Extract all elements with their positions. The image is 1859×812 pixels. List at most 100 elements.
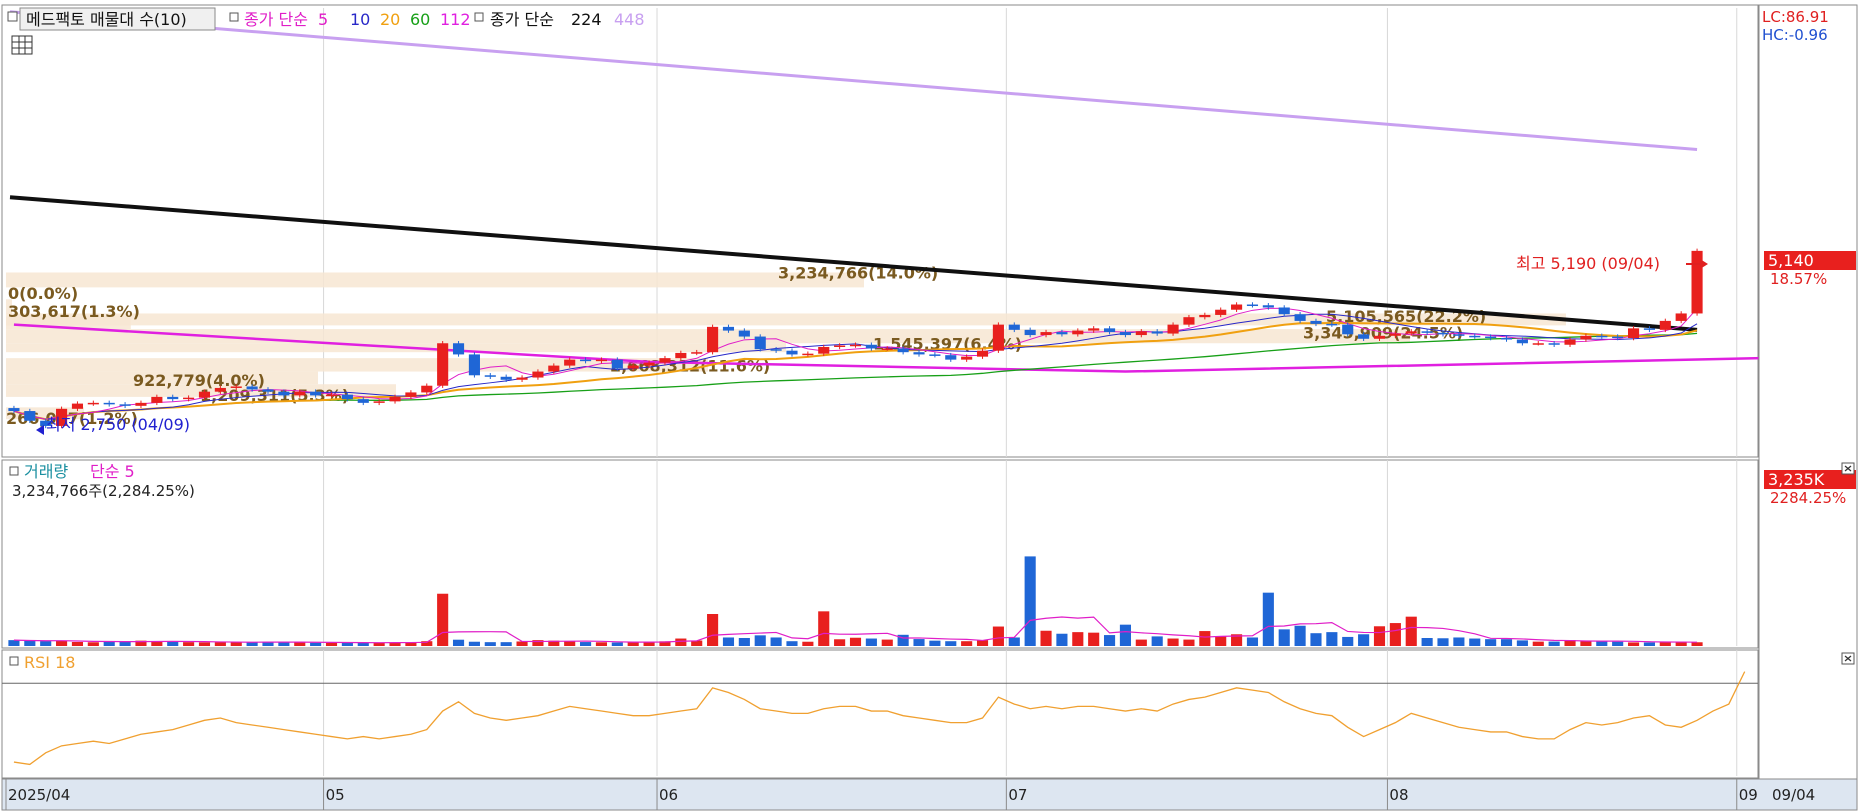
- candle-body: [722, 326, 735, 331]
- stock-chart[interactable]: 0(0.0%)3,234,766(14.0%)303,617(1.3%) 5,10…: [0, 0, 1859, 812]
- candle-body: [8, 408, 20, 412]
- candle-body: [1183, 317, 1195, 325]
- rsi-close-icon[interactable]: [1841, 652, 1855, 665]
- candle-body: [945, 355, 957, 360]
- volume-bar: [881, 639, 893, 646]
- candle-body: [786, 350, 798, 355]
- high-annotation: 최고 5,190 (09/04): [1516, 254, 1660, 273]
- candle-body: [262, 389, 274, 392]
- price-panel[interactable]: 0(0.0%)3,234,766(14.0%)303,617(1.3%) 5,10…: [1, 4, 1827, 458]
- low-annotation: 최저 2,750 (04/09): [46, 415, 190, 434]
- candle-body: [198, 391, 211, 398]
- volume-title: 거래량: [24, 462, 68, 481]
- volume-bar: [183, 642, 195, 646]
- candle-body: [1072, 330, 1084, 335]
- legend-box-icon: [7, 11, 18, 22]
- candle-body: [691, 352, 703, 354]
- volume-bar: [71, 642, 84, 646]
- candle-body: [1564, 339, 1576, 345]
- volume-bar: [913, 639, 925, 646]
- ma-period-10: 10: [350, 10, 370, 29]
- candle-body: [278, 391, 290, 396]
- candle-body: [770, 349, 782, 351]
- candle-body: [468, 354, 480, 376]
- candle-body: [183, 397, 195, 400]
- candle-body: [373, 401, 385, 403]
- candle-body: [24, 411, 36, 421]
- candle-body: [992, 324, 1004, 351]
- candle-body: [580, 359, 592, 362]
- date-tick-label: 08: [1389, 786, 1408, 804]
- volume-bar: [1659, 642, 1671, 646]
- candle-body: [516, 377, 528, 380]
- candle-body: [1532, 343, 1544, 345]
- volume-bar: [675, 638, 687, 646]
- volume-bar: [1215, 636, 1227, 646]
- candle-body: [325, 394, 338, 397]
- volume-bar: [945, 641, 957, 646]
- candle-body: [389, 396, 401, 402]
- candle-body: [310, 391, 322, 396]
- candle-body: [1373, 335, 1386, 339]
- candle-body: [754, 336, 766, 350]
- volume-bar: [1040, 630, 1052, 646]
- volume-bar: [294, 642, 306, 646]
- volume-bar: [1469, 638, 1481, 646]
- volume-bar: [1183, 639, 1195, 646]
- volume-bar: [1532, 641, 1544, 646]
- candle-body: [167, 396, 179, 400]
- volume-bar: [1246, 637, 1259, 646]
- candle-body: [643, 362, 655, 366]
- candle-body: [564, 359, 576, 366]
- volume-bar: [738, 638, 750, 646]
- candle-body: [976, 350, 989, 357]
- volume-bar: [1151, 636, 1163, 646]
- current-volume-pct: 2284.25%: [1770, 489, 1846, 507]
- volume-bar: [1691, 642, 1703, 646]
- ma-legend-label: 종가 단순: [244, 10, 308, 29]
- candle-body: [1516, 339, 1528, 344]
- volume-bar: [849, 637, 862, 646]
- candle-body: [500, 376, 512, 380]
- candle-body: [1326, 323, 1338, 326]
- candle-body: [1246, 304, 1259, 307]
- candle-body: [405, 392, 417, 397]
- volume-bar: [310, 642, 322, 646]
- volume-bar: [580, 642, 592, 646]
- volume-legend-box-icon: [9, 466, 19, 476]
- candle-body: [246, 386, 258, 390]
- volume-bar: [56, 640, 68, 646]
- volume-bar: [8, 640, 20, 646]
- candle-body: [881, 348, 893, 350]
- candle-body: [1405, 331, 1417, 334]
- volume-bar: [754, 635, 766, 646]
- candle-body: [1580, 335, 1592, 340]
- volume-bar: [564, 641, 576, 646]
- candle-body: [1231, 304, 1243, 310]
- volume-bar: [1643, 642, 1655, 646]
- candle-body: [1008, 324, 1020, 330]
- indicator-title: 메드팩토 매물대 수(10): [26, 10, 187, 29]
- volume-bar: [468, 641, 480, 646]
- candle-body: [357, 399, 369, 403]
- candle-body: [341, 394, 353, 400]
- volume-close-icon[interactable]: [1841, 462, 1855, 475]
- volume-bar: [802, 641, 814, 646]
- candle-body: [1310, 320, 1322, 324]
- candle-body: [897, 348, 909, 353]
- ma-legend-box-icon: [229, 12, 239, 22]
- volume-bar: [1024, 556, 1036, 646]
- grid-icon[interactable]: [11, 35, 33, 55]
- volume-bar: [929, 640, 941, 646]
- volume-bar: [151, 641, 163, 646]
- candle-body: [1643, 328, 1655, 330]
- volume-panel[interactable]: 2,000K1,000K: [1, 459, 1832, 649]
- volume-bar: [786, 641, 798, 646]
- volume-bar: [1072, 632, 1084, 646]
- candle-body: [484, 375, 496, 377]
- candle-body: [119, 404, 131, 406]
- rsi-panel[interactable]: 60.0040.00: [1, 649, 1815, 779]
- candle-body: [1278, 307, 1290, 315]
- candle-body: [1199, 314, 1211, 318]
- volume-bar: [40, 641, 52, 646]
